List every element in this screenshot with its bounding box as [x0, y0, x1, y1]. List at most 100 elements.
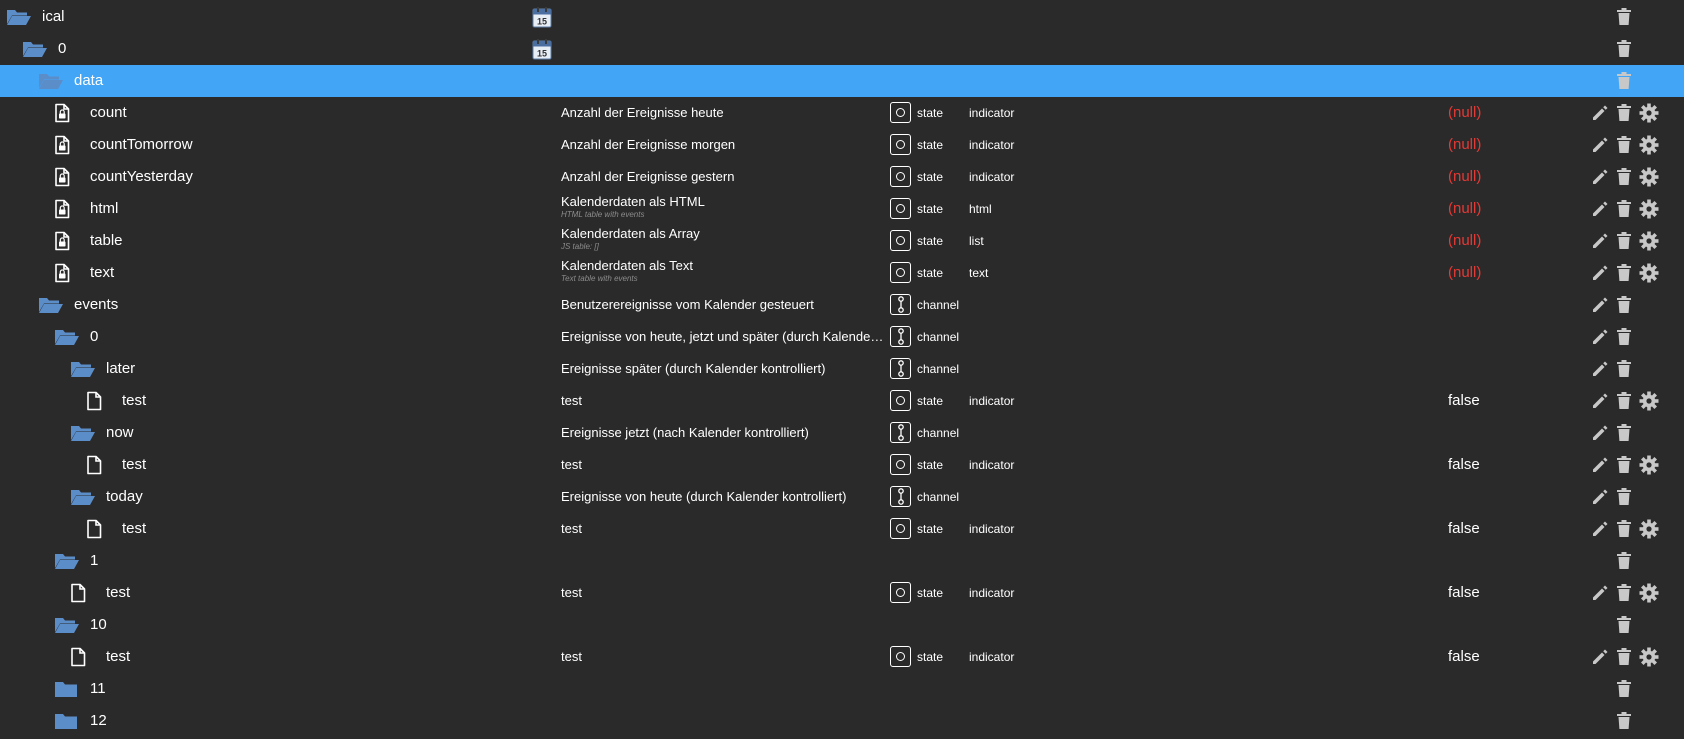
settings-button[interactable]: [1639, 161, 1659, 193]
edit-button[interactable]: [1590, 225, 1610, 257]
delete-button[interactable]: [1614, 257, 1634, 289]
node-name[interactable]: 0: [90, 321, 98, 353]
node-name[interactable]: 10: [90, 609, 107, 641]
node-name[interactable]: test: [106, 641, 130, 673]
edit-button[interactable]: [1590, 641, 1610, 673]
tree-row-10[interactable]: 10: [0, 609, 1684, 641]
delete-button[interactable]: [1614, 225, 1634, 257]
settings-button[interactable]: [1639, 385, 1659, 417]
delete-button[interactable]: [1614, 417, 1634, 449]
delete-button[interactable]: [1614, 193, 1634, 225]
delete-button[interactable]: [1614, 353, 1634, 385]
node-name[interactable]: table: [90, 225, 123, 257]
settings-button[interactable]: [1639, 129, 1659, 161]
object-value[interactable]: (null): [1448, 257, 1481, 289]
object-value[interactable]: (null): [1448, 225, 1481, 257]
tree-row-test[interactable]: test test state indicator false: [0, 449, 1684, 481]
delete-button[interactable]: [1614, 577, 1634, 609]
delete-button[interactable]: [1614, 609, 1634, 641]
delete-button[interactable]: [1614, 513, 1634, 545]
edit-button[interactable]: [1590, 257, 1610, 289]
edit-button[interactable]: [1590, 513, 1610, 545]
edit-button[interactable]: [1590, 353, 1610, 385]
edit-button[interactable]: [1590, 481, 1610, 513]
settings-button[interactable]: [1639, 513, 1659, 545]
object-value[interactable]: false: [1448, 641, 1480, 673]
delete-button[interactable]: [1614, 33, 1634, 65]
tree-row-countTomorrow[interactable]: countTomorrow Anzahl der Ereignisse morge…: [0, 129, 1684, 161]
node-name[interactable]: 0: [58, 33, 66, 65]
edit-button[interactable]: [1590, 577, 1610, 609]
tree-row-1[interactable]: 1: [0, 545, 1684, 577]
settings-button[interactable]: [1639, 193, 1659, 225]
delete-button[interactable]: [1614, 481, 1634, 513]
delete-button[interactable]: [1614, 385, 1634, 417]
settings-button[interactable]: [1639, 641, 1659, 673]
node-name[interactable]: 1: [90, 545, 98, 577]
edit-button[interactable]: [1590, 449, 1610, 481]
settings-button[interactable]: [1639, 449, 1659, 481]
object-value[interactable]: false: [1448, 449, 1480, 481]
delete-button[interactable]: [1614, 641, 1634, 673]
delete-button[interactable]: [1614, 449, 1634, 481]
node-name[interactable]: events: [74, 289, 118, 321]
node-name[interactable]: test: [122, 513, 146, 545]
tree-row-today[interactable]: today Ereignisse von heute (durch Kalende…: [0, 481, 1684, 513]
node-name[interactable]: test: [122, 385, 146, 417]
node-name[interactable]: countTomorrow: [90, 129, 193, 161]
tree-row-test[interactable]: test test state indicator false: [0, 641, 1684, 673]
tree-row-data[interactable]: data: [0, 65, 1684, 97]
edit-button[interactable]: [1590, 321, 1610, 353]
edit-button[interactable]: [1590, 193, 1610, 225]
settings-button[interactable]: [1639, 257, 1659, 289]
edit-button[interactable]: [1590, 289, 1610, 321]
delete-button[interactable]: [1614, 161, 1634, 193]
tree-row-test[interactable]: test test state indicator false: [0, 513, 1684, 545]
edit-button[interactable]: [1590, 417, 1610, 449]
tree-row-now[interactable]: now Ereignisse jetzt (nach Kalender kontr…: [0, 417, 1684, 449]
edit-button[interactable]: [1590, 129, 1610, 161]
node-name[interactable]: text: [90, 257, 114, 289]
settings-button[interactable]: [1639, 97, 1659, 129]
object-value[interactable]: (null): [1448, 193, 1481, 225]
delete-button[interactable]: [1614, 1, 1634, 33]
node-name[interactable]: ical: [42, 1, 65, 33]
delete-button[interactable]: [1614, 673, 1634, 705]
tree-row-11[interactable]: 11: [0, 673, 1684, 705]
tree-row-html[interactable]: html Kalenderdaten als HTML HTML table wit…: [0, 193, 1684, 225]
tree-row-0[interactable]: 0 15: [0, 33, 1684, 65]
tree-row-table[interactable]: table Kalenderdaten als Array JS table: []…: [0, 225, 1684, 257]
tree-row-events[interactable]: events Benutzerereignisse vom Kalender ge…: [0, 289, 1684, 321]
node-name[interactable]: test: [106, 577, 130, 609]
edit-button[interactable]: [1590, 97, 1610, 129]
tree-row-ical[interactable]: ical 15: [0, 1, 1684, 33]
settings-button[interactable]: [1639, 577, 1659, 609]
delete-button[interactable]: [1614, 321, 1634, 353]
tree-row-countYesterday[interactable]: countYesterday Anzahl der Ereignisse gest…: [0, 161, 1684, 193]
edit-button[interactable]: [1590, 385, 1610, 417]
tree-row-0[interactable]: 0 Ereignisse von heute, jetzt und später …: [0, 321, 1684, 353]
delete-button[interactable]: [1614, 65, 1634, 97]
tree-row-test[interactable]: test test state indicator false: [0, 385, 1684, 417]
edit-button[interactable]: [1590, 161, 1610, 193]
node-name[interactable]: countYesterday: [90, 161, 193, 193]
object-value[interactable]: false: [1448, 385, 1480, 417]
object-value[interactable]: (null): [1448, 129, 1481, 161]
node-name[interactable]: test: [122, 449, 146, 481]
object-value[interactable]: false: [1448, 577, 1480, 609]
object-value[interactable]: false: [1448, 513, 1480, 545]
node-name[interactable]: data: [74, 65, 103, 97]
delete-button[interactable]: [1614, 705, 1634, 737]
delete-button[interactable]: [1614, 97, 1634, 129]
node-name[interactable]: 11: [90, 673, 106, 705]
node-name[interactable]: today: [106, 481, 143, 513]
tree-row-12[interactable]: 12: [0, 705, 1684, 737]
node-name[interactable]: later: [106, 353, 135, 385]
tree-row-later[interactable]: later Ereignisse später (durch Kalender k…: [0, 353, 1684, 385]
delete-button[interactable]: [1614, 545, 1634, 577]
node-name[interactable]: 12: [90, 705, 107, 737]
node-name[interactable]: count: [90, 97, 127, 129]
settings-button[interactable]: [1639, 225, 1659, 257]
object-value[interactable]: (null): [1448, 97, 1481, 129]
object-value[interactable]: (null): [1448, 161, 1481, 193]
